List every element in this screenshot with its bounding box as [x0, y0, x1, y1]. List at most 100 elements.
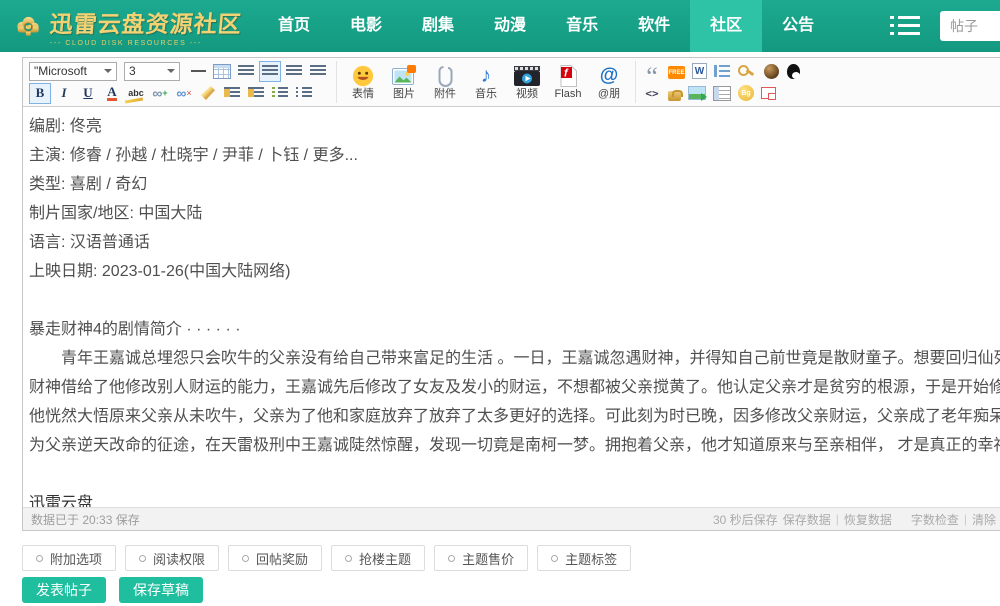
chevron-down-icon	[167, 69, 175, 73]
align-left-button[interactable]	[235, 61, 257, 82]
brand-title: 迅雷云盘资源社区	[49, 5, 244, 39]
option-topic-tags[interactable]: 主题标签	[537, 545, 631, 571]
blank-line	[29, 460, 1000, 489]
insert-image-button[interactable]: 图片	[385, 64, 423, 100]
image-icon	[392, 64, 416, 87]
nav-item-movies[interactable]: 电影	[330, 0, 402, 52]
option-floor-grab-topic[interactable]: 抢楼主题	[331, 545, 425, 571]
table-layout-button[interactable]	[713, 86, 731, 101]
synopsis-line: 为父亲逆天改命的征途，在天雷极刑中王嘉诚陡然惊醒，发现一切竟是南柯一梦。拥抱着父…	[29, 431, 1000, 460]
outdent-button[interactable]	[245, 83, 267, 104]
info-line-screenwriter: 编剧: 佟亮	[29, 112, 1000, 141]
align-justify-button[interactable]	[307, 61, 329, 82]
info-line-language: 语言: 汉语普通话	[29, 228, 1000, 257]
chevron-down-icon	[104, 69, 112, 73]
info-line-release-date: 上映日期: 2023-01-26(中国大陆网络)	[29, 257, 1000, 286]
horizontal-rule-icon	[191, 70, 206, 72]
outdent-icon	[248, 87, 264, 99]
cloud-disk-link[interactable]: 迅雷云盘	[29, 495, 93, 507]
nav-item-home[interactable]: 首页	[258, 0, 330, 52]
font-size-select[interactable]: 3	[124, 62, 180, 81]
word-paste-button[interactable]	[692, 63, 707, 79]
mention-friend-button[interactable]: @ @朋	[590, 64, 628, 100]
insert-attachment-button[interactable]: 附件	[426, 64, 464, 100]
underline-button[interactable]	[77, 83, 99, 104]
action-buttons-row: 发表帖子 保存草稿	[22, 577, 203, 603]
unordered-list-icon	[296, 87, 312, 99]
clear-format-button[interactable]	[197, 83, 219, 104]
option-read-permission[interactable]: 阅读权限	[125, 545, 219, 571]
free-content-button[interactable]	[668, 66, 685, 79]
option-additional-settings[interactable]: 附加选项	[22, 545, 116, 571]
italic-button[interactable]	[53, 83, 75, 104]
ordered-list-icon	[272, 87, 288, 99]
nav-item-music[interactable]: 音乐	[546, 0, 618, 52]
insert-emoticon-button[interactable]: 表情	[344, 64, 382, 100]
nav-item-software[interactable]: 软件	[618, 0, 690, 52]
quote-button[interactable]	[643, 63, 661, 80]
indent-button[interactable]	[221, 83, 243, 104]
insert-music-button[interactable]: ♪ 音乐	[467, 64, 505, 100]
info-line-genre: 类型: 喜剧 / 奇幻	[29, 170, 1000, 199]
frames-button[interactable]	[761, 87, 776, 99]
editor-content[interactable]: 编剧: 佟亮 主演: 修睿 / 孙越 / 杜晓宇 / 尹菲 / 卜钰 / 更多.…	[23, 107, 1000, 507]
page: 迅雷云盘资源社区 --- CLOUD DISK RESOURCES --- 首页…	[0, 0, 1000, 606]
info-line-cast: 主演: 修睿 / 孙越 / 杜晓宇 / 尹菲 / 卜钰 / 更多...	[29, 141, 1000, 170]
spellcheck-button[interactable]	[125, 83, 147, 104]
insert-video-button[interactable]: 视频	[508, 64, 546, 100]
bold-button[interactable]	[29, 83, 51, 104]
toolbar-format-group: "Microsoft 3	[27, 59, 331, 105]
divider: |	[964, 512, 967, 526]
float-list-button[interactable]	[714, 65, 730, 77]
brand-logo[interactable]: 迅雷云盘资源社区 --- CLOUD DISK RESOURCES ---	[14, 4, 242, 48]
nav-item-announcements[interactable]: 公告	[762, 0, 834, 52]
ordered-list-button[interactable]	[269, 83, 291, 104]
align-left-icon	[238, 65, 254, 77]
background-button[interactable]	[738, 85, 754, 101]
image-export-button[interactable]	[688, 86, 706, 100]
editor-toolbar: "Microsoft 3	[23, 58, 1000, 107]
insert-flash-button[interactable]: f Flash	[549, 64, 587, 100]
indent-icon	[224, 87, 240, 99]
clear-data-link[interactable]: 清除	[972, 511, 996, 528]
option-reply-reward[interactable]: 回帖奖励	[228, 545, 322, 571]
horizontal-rule-button[interactable]	[187, 61, 209, 82]
list-toggle-icon[interactable]	[890, 15, 920, 37]
align-center-button[interactable]	[259, 61, 281, 82]
word-count-link[interactable]: 字数检查	[911, 511, 959, 528]
align-right-button[interactable]	[283, 61, 305, 82]
post-type-select[interactable]: 帖子	[940, 11, 1000, 41]
nav-item-community[interactable]: 社区	[690, 0, 762, 52]
restore-data-link[interactable]: 恢复数据	[844, 511, 892, 528]
cloud-logo-icon	[14, 4, 42, 48]
option-topic-price[interactable]: 主题售价	[434, 545, 528, 571]
info-line-country: 制片国家/地区: 中国大陆	[29, 199, 1000, 228]
unordered-list-button[interactable]	[293, 83, 315, 104]
code-button[interactable]	[643, 85, 661, 102]
save-draft-button[interactable]: 保存草稿	[119, 577, 203, 603]
lock-content-button[interactable]	[668, 91, 681, 101]
nav-item-series[interactable]: 剧集	[402, 0, 474, 52]
radio-circle-icon	[551, 555, 558, 562]
font-size-value: 3	[129, 64, 136, 78]
insert-table-button[interactable]	[211, 61, 233, 82]
synopsis-line: 青年王嘉诚总埋怨只会吹牛的父亲没有给自己带来富足的生活 。一日，王嘉诚忽遇财神，…	[29, 344, 1000, 373]
publish-post-button[interactable]: 发表帖子	[22, 577, 106, 603]
font-family-select[interactable]: "Microsoft	[29, 62, 117, 81]
broom-icon	[201, 86, 215, 100]
save-data-link[interactable]: 保存数据	[783, 511, 831, 528]
qq-icon-button[interactable]	[787, 64, 800, 79]
password-content-button[interactable]	[737, 63, 755, 80]
font-color-button[interactable]	[101, 83, 123, 104]
table-icon	[213, 64, 231, 79]
autosave-countdown: 30 秒后保存	[713, 511, 778, 528]
smiley-icon	[352, 64, 374, 87]
radio-circle-icon	[345, 555, 352, 562]
remove-link-button[interactable]	[173, 83, 195, 104]
hidden-content-button[interactable]	[762, 63, 780, 80]
at-icon: @	[600, 64, 619, 87]
insert-link-button[interactable]	[149, 83, 171, 104]
synopsis-line: 财神借给了他修改别人财运的能力，王嘉诚先后修改了女友及发小的财运，不想都被父亲搅…	[29, 373, 1000, 402]
align-right-icon	[286, 65, 302, 77]
nav-item-anime[interactable]: 动漫	[474, 0, 546, 52]
